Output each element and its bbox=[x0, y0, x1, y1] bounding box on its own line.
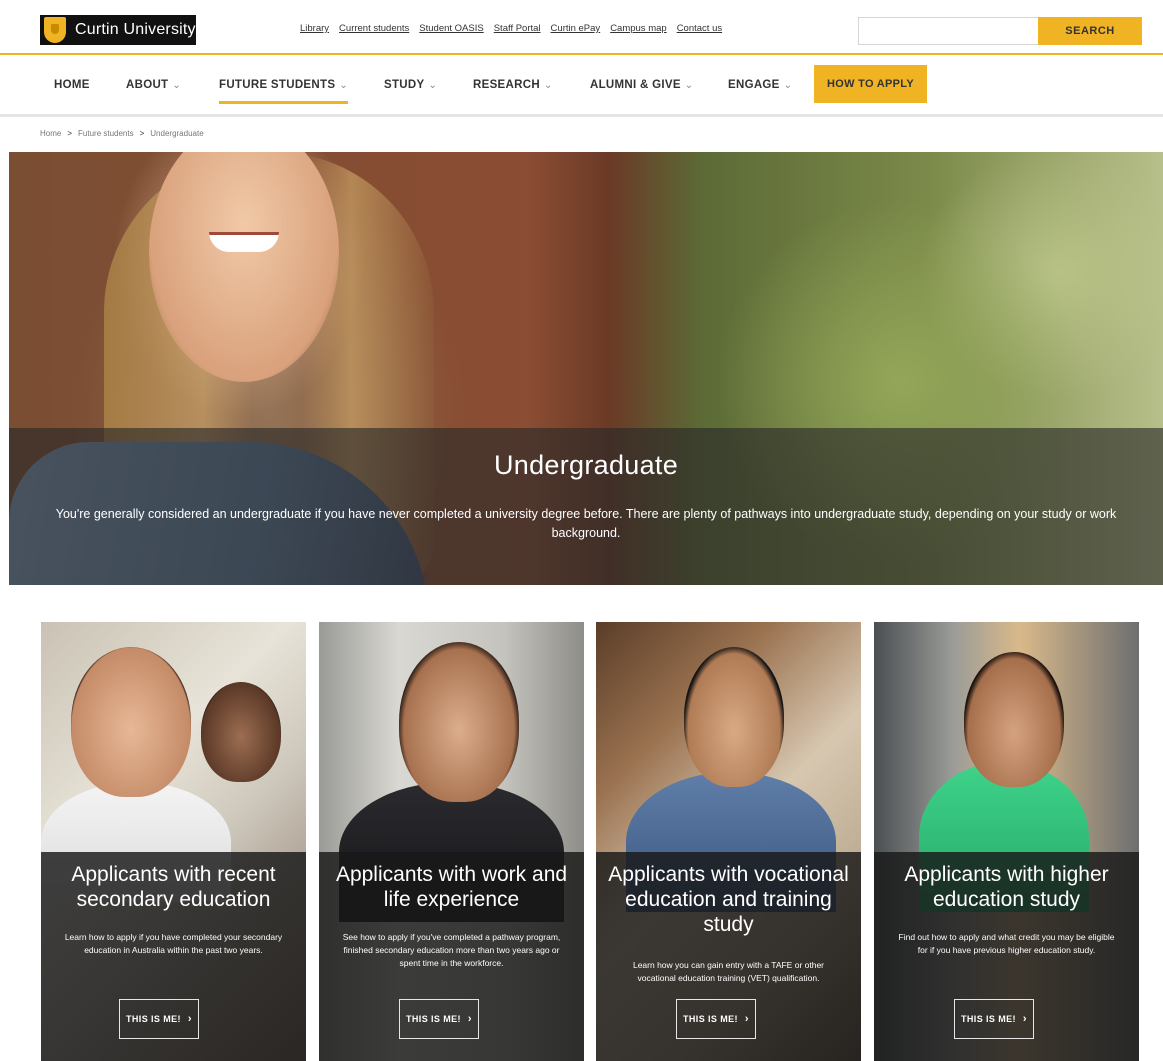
page-title: Undergraduate bbox=[493, 450, 679, 480]
this-is-me-button[interactable]: THIS IS ME! › bbox=[676, 999, 756, 1039]
utility-link-campus-map[interactable]: Campus map bbox=[610, 23, 667, 34]
card-title: Applicants with vocational education and… bbox=[608, 863, 849, 936]
card-description: Learn how you can gain entry with a TAFE… bbox=[632, 960, 825, 983]
breadcrumb-future-students[interactable]: Future students bbox=[78, 129, 134, 138]
button-label: THIS IS ME! bbox=[961, 1014, 1016, 1024]
nav-item-about[interactable]: ABOUT ⌄ bbox=[126, 79, 181, 91]
utility-link-staff-portal[interactable]: Staff Portal bbox=[494, 23, 541, 34]
button-label: THIS IS ME! bbox=[406, 1014, 461, 1024]
how-to-apply-button[interactable]: HOW TO APPLY bbox=[814, 65, 927, 103]
chevron-down-icon: ⌄ bbox=[684, 80, 694, 91]
card-higher-education: Applicants with higher education study F… bbox=[874, 622, 1139, 1061]
nav-item-study[interactable]: STUDY ⌄ bbox=[384, 79, 437, 91]
nav-item-label: ABOUT bbox=[126, 79, 169, 91]
utility-link-current-students[interactable]: Current students bbox=[339, 23, 409, 34]
utility-links: Library Current students Student OASIS S… bbox=[300, 23, 722, 34]
chevron-down-icon: ⌄ bbox=[428, 80, 438, 91]
nav-item-engage[interactable]: ENGAGE ⌄ bbox=[728, 79, 792, 91]
chevron-down-icon: ⌄ bbox=[172, 80, 182, 91]
hero-description: You're generally considered an undergrad… bbox=[55, 507, 1117, 540]
search-button[interactable]: SEARCH bbox=[1038, 17, 1142, 45]
chevron-down-icon: ⌄ bbox=[543, 80, 553, 91]
utility-link-curtin-epay[interactable]: Curtin ePay bbox=[551, 23, 601, 34]
crest-icon bbox=[44, 17, 66, 43]
card-description: See how to apply if you've completed a p… bbox=[342, 932, 561, 968]
hero-photo-smile bbox=[209, 232, 279, 252]
button-label: THIS IS ME! bbox=[126, 1014, 181, 1024]
button-label: THIS IS ME! bbox=[683, 1014, 738, 1024]
nav-item-label: ENGAGE bbox=[728, 79, 780, 91]
nav-item-future-students[interactable]: FUTURE STUDENTS ⌄ bbox=[219, 79, 348, 104]
main-nav: HOME ABOUT ⌄ FUTURE STUDENTS ⌄ STUDY ⌄ RESE… bbox=[0, 57, 1163, 117]
breadcrumb-separator-icon: > bbox=[67, 129, 73, 138]
breadcrumb-current: Undergraduate bbox=[150, 129, 204, 138]
this-is-me-button[interactable]: THIS IS ME! › bbox=[119, 999, 199, 1039]
this-is-me-button[interactable]: THIS IS ME! › bbox=[954, 999, 1034, 1039]
brand-name: Curtin University bbox=[75, 21, 196, 38]
card-title: Applicants with recent secondary educati… bbox=[71, 863, 276, 911]
chevron-down-icon: ⌄ bbox=[339, 80, 348, 91]
card-vocational-education: Applicants with vocational education and… bbox=[596, 622, 861, 1061]
chevron-down-icon: ⌄ bbox=[783, 80, 793, 91]
card-title: Applicants with higher education study bbox=[904, 863, 1109, 911]
utility-bar: Curtin University Library Current studen… bbox=[0, 0, 1163, 55]
nav-item-label: HOME bbox=[54, 79, 90, 91]
breadcrumb-separator-icon: > bbox=[139, 129, 145, 138]
chevron-right-icon: › bbox=[467, 1013, 472, 1025]
nav-item-home[interactable]: HOME bbox=[54, 79, 90, 91]
utility-link-library[interactable]: Library bbox=[300, 23, 329, 34]
nav-item-alumni-give[interactable]: ALUMNI & GIVE ⌄ bbox=[590, 79, 693, 91]
search-input[interactable] bbox=[858, 17, 1038, 45]
breadcrumb: Home > Future students > Undergraduate bbox=[40, 129, 204, 138]
chevron-right-icon: › bbox=[1022, 1013, 1027, 1025]
curtin-logo[interactable]: Curtin University bbox=[40, 15, 196, 45]
utility-link-contact-us[interactable]: Contact us bbox=[677, 23, 722, 34]
card-title: Applicants with work and life experience bbox=[335, 863, 568, 911]
card-recent-secondary: Applicants with recent secondary educati… bbox=[41, 622, 306, 1061]
breadcrumb-home[interactable]: Home bbox=[40, 129, 61, 138]
card-description: Find out how to apply and what credit yo… bbox=[898, 932, 1115, 955]
chevron-right-icon: › bbox=[187, 1013, 192, 1025]
card-description: Learn how to apply if you have completed… bbox=[64, 932, 283, 955]
nav-item-label: FUTURE STUDENTS bbox=[219, 79, 336, 91]
utility-link-student-oasis[interactable]: Student OASIS bbox=[419, 23, 483, 34]
hero-banner: Undergraduate You're generally considere… bbox=[9, 152, 1163, 585]
nav-item-research[interactable]: RESEARCH ⌄ bbox=[473, 79, 553, 91]
nav-item-label: ALUMNI & GIVE bbox=[590, 79, 681, 91]
chevron-right-icon: › bbox=[744, 1013, 749, 1025]
this-is-me-button[interactable]: THIS IS ME! › bbox=[399, 999, 479, 1039]
card-work-life-experience: Applicants with work and life experience… bbox=[319, 622, 584, 1061]
nav-item-label: RESEARCH bbox=[473, 79, 540, 91]
nav-item-label: STUDY bbox=[384, 79, 425, 91]
